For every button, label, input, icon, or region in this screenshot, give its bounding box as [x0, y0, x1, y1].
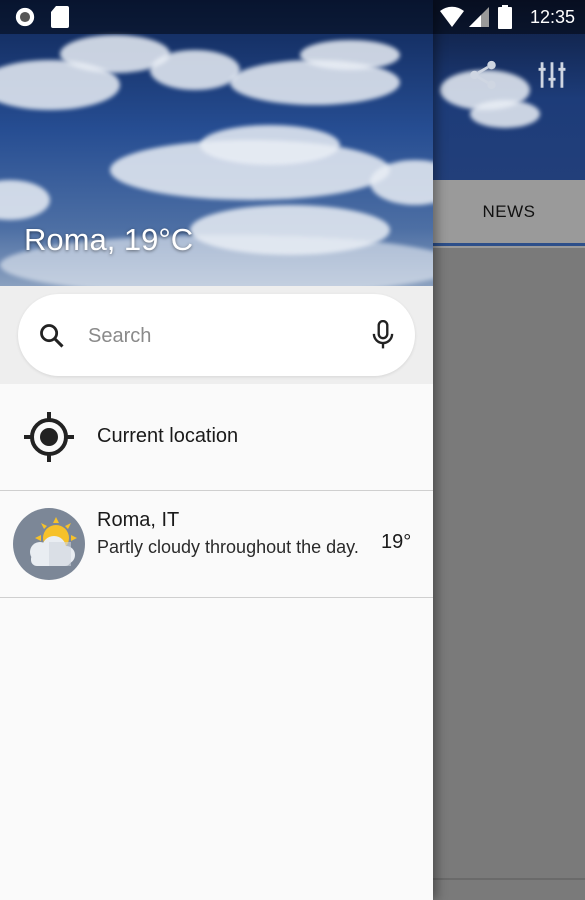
clock: 12:35: [529, 7, 575, 27]
battery-icon: [498, 5, 512, 29]
divider: [0, 597, 433, 598]
microphone-icon[interactable]: [370, 320, 396, 350]
divider: [433, 878, 585, 880]
wifi-icon: [440, 6, 464, 27]
record-icon: [15, 7, 35, 27]
tab-indicator: [433, 243, 585, 246]
partly-cloudy-icon: [13, 508, 85, 580]
weather-description: Partly cloudy throughout the day.: [97, 537, 359, 557]
equalizer-settings-icon[interactable]: [535, 58, 569, 92]
current-location-item[interactable]: Current location: [0, 384, 433, 490]
cell-signal-icon: [469, 7, 489, 27]
location-item-roma[interactable]: Roma, IT Partly cloudy throughout the da…: [0, 491, 433, 597]
current-location-label: Current location: [97, 425, 239, 447]
gps-location-icon: [24, 412, 74, 462]
status-bar: 12:35: [0, 0, 585, 34]
search-icon: [40, 324, 64, 348]
share-icon[interactable]: [466, 58, 500, 92]
location-temperature: 19°: [381, 531, 412, 553]
search-area: [0, 286, 433, 384]
search-bar[interactable]: [18, 294, 415, 376]
search-input[interactable]: [86, 314, 350, 358]
sd-card-icon: [51, 6, 69, 28]
location-name: Roma, IT: [97, 509, 180, 531]
header-location-temperature: Roma, 19°C: [24, 222, 194, 257]
navigation-drawer: Roma, 19°C Current location: [0, 0, 433, 900]
tab-news[interactable]: NEWS: [433, 180, 585, 244]
drawer-header: Roma, 19°C: [0, 0, 433, 286]
